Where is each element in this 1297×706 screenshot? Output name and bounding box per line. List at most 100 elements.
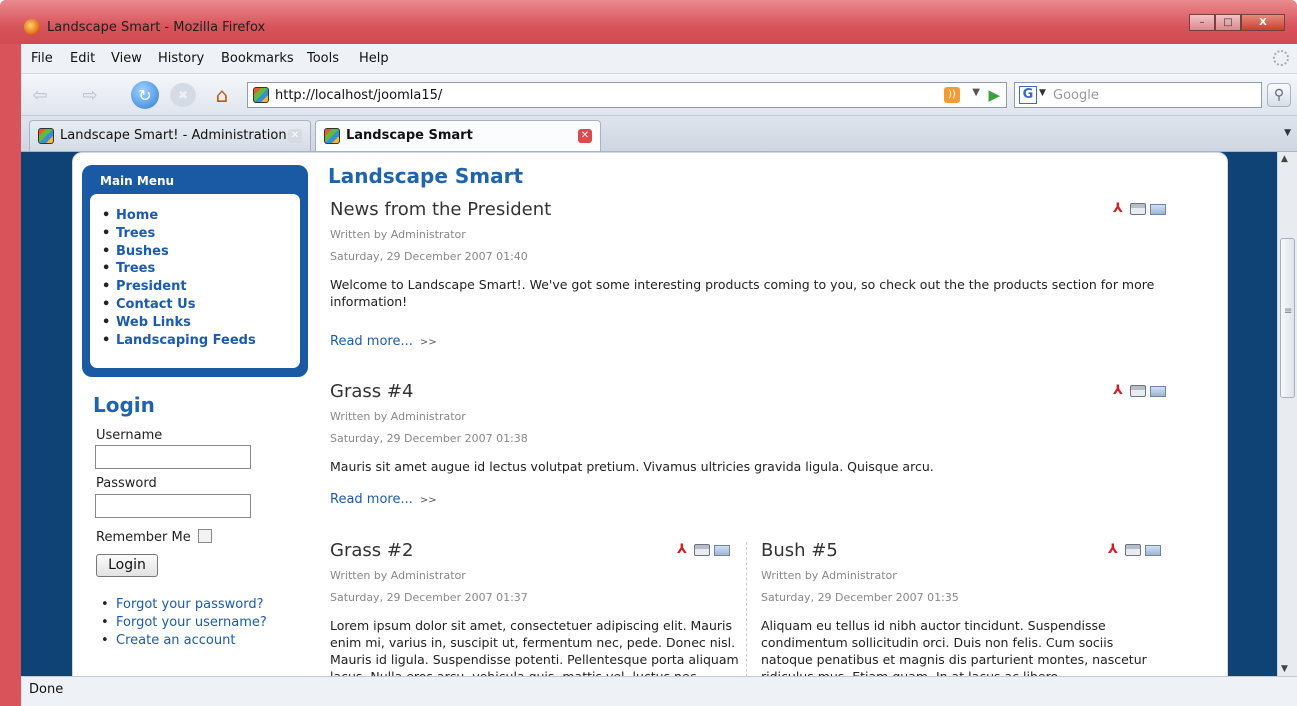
tab-favicon-icon	[324, 128, 340, 144]
search-button[interactable]: ⚲	[1267, 83, 1291, 107]
search-engine-dropdown-icon[interactable]: ▼	[1039, 88, 1046, 98]
column-divider	[746, 542, 747, 676]
article-date: Saturday, 29 December 2007 01:38	[330, 432, 528, 445]
password-label: Password	[96, 476, 157, 491]
menu-item-contact-us[interactable]: Contact Us	[102, 296, 256, 314]
print-icon[interactable]	[1125, 544, 1141, 556]
vertical-scrollbar[interactable]: ▲ ▼	[1277, 152, 1297, 676]
stop-button[interactable]: ✖	[170, 83, 196, 107]
read-more-link[interactable]: Read more... >>	[330, 492, 437, 507]
article-icons: ⅄	[1105, 543, 1161, 557]
read-more-label[interactable]: Read more...	[330, 334, 413, 349]
password-field[interactable]	[95, 494, 251, 518]
print-icon[interactable]	[1130, 385, 1146, 397]
pdf-icon[interactable]: ⅄	[1110, 202, 1126, 216]
print-icon[interactable]	[694, 544, 710, 556]
pdf-icon[interactable]: ⅄	[674, 543, 690, 557]
forward-button[interactable]: ⇨	[77, 83, 103, 107]
main-menu-box: Main Menu Home Trees Bushes Trees Presid…	[82, 165, 308, 377]
read-more-label[interactable]: Read more...	[330, 492, 413, 507]
login-button[interactable]: Login	[96, 554, 158, 577]
tab-bar: Landscape Smart! - Administration ✕ Land…	[21, 116, 1297, 152]
username-field[interactable]	[95, 445, 251, 469]
email-icon[interactable]	[1150, 204, 1166, 215]
menu-bar: File Edit View History Bookmarks Tools H…	[21, 44, 1297, 74]
tab-close-icon[interactable]: ✕	[578, 129, 592, 143]
menu-item-landscaping-feeds[interactable]: Landscaping Feeds	[102, 332, 256, 350]
menu-tools[interactable]: Tools	[307, 51, 339, 66]
article-date: Saturday, 29 December 2007 01:40	[330, 250, 528, 263]
menu-history[interactable]: History	[158, 51, 204, 66]
article-title: News from the President	[330, 199, 552, 220]
close-window-button[interactable]: X	[1241, 14, 1285, 31]
menu-item-home[interactable]: Home	[102, 207, 256, 225]
menu-bookmarks[interactable]: Bookmarks	[221, 51, 294, 66]
pdf-icon[interactable]: ⅄	[1110, 384, 1126, 398]
main-menu-title: Main Menu	[100, 174, 175, 188]
home-button[interactable]: ⌂	[209, 83, 235, 107]
pdf-icon[interactable]: ⅄	[1105, 543, 1121, 557]
forgot-password-link[interactable]: Forgot your password?	[101, 596, 267, 614]
tab-label: Landscape Smart	[346, 128, 473, 143]
reload-button[interactable]: ↻	[131, 81, 159, 109]
scroll-thumb[interactable]	[1280, 238, 1295, 398]
search-input[interactable]: Google	[1053, 88, 1099, 103]
forgot-username-link[interactable]: Forgot your username?	[101, 614, 267, 632]
search-bar[interactable]: G ▼ Google	[1014, 82, 1262, 108]
remember-me-checkbox[interactable]	[198, 529, 212, 543]
article-text: Mauris sit amet augue id lectus volutpat…	[330, 459, 934, 474]
navigation-toolbar: ⇦ ⇨ ↻ ✖ ⌂ http://localhost/joomla15/ )) …	[21, 74, 1297, 116]
read-more-arrows: >>	[419, 495, 437, 506]
article-author: Written by Administrator	[330, 569, 466, 582]
article-title: Bush #5	[761, 540, 838, 561]
go-button[interactable]: ▶	[988, 86, 1000, 104]
menu-item-bushes[interactable]: Bushes	[102, 243, 256, 261]
tab-label: Landscape Smart! - Administration	[60, 128, 287, 143]
url-bar[interactable]: http://localhost/joomla15/ )) ▼ ▶	[247, 82, 1007, 108]
url-text[interactable]: http://localhost/joomla15/	[275, 88, 442, 103]
read-more-link[interactable]: Read more... >>	[330, 334, 437, 349]
article-author: Written by Administrator	[330, 410, 466, 423]
email-icon[interactable]	[1150, 386, 1166, 397]
login-title: Login	[93, 393, 155, 417]
tab-list-dropdown-icon[interactable]: ▼	[1284, 128, 1291, 138]
tab-close-icon[interactable]: ✕	[288, 129, 302, 143]
page-viewport: Main Menu Home Trees Bushes Trees Presid…	[21, 152, 1277, 676]
article-author: Written by Administrator	[761, 569, 897, 582]
back-button[interactable]: ⇦	[27, 83, 53, 107]
minimize-button[interactable]: –	[1189, 14, 1215, 31]
article-date: Saturday, 29 December 2007 01:35	[761, 591, 959, 604]
scroll-up-icon[interactable]: ▲	[1281, 154, 1288, 164]
menu-help[interactable]: Help	[359, 51, 389, 66]
menu-file[interactable]: File	[31, 51, 53, 66]
main-menu-list: Home Trees Bushes Trees President Contac…	[102, 207, 256, 349]
tab-landscape-smart[interactable]: Landscape Smart ✕	[315, 120, 601, 151]
article-date: Saturday, 29 December 2007 01:37	[330, 591, 528, 604]
create-account-link[interactable]: Create an account	[101, 632, 267, 650]
menu-edit[interactable]: Edit	[70, 51, 95, 66]
article-title: Grass #4	[330, 381, 414, 402]
window-title: Landscape Smart - Mozilla Firefox	[47, 20, 266, 35]
email-icon[interactable]	[1145, 545, 1161, 556]
email-icon[interactable]	[714, 545, 730, 556]
title-bar[interactable]: Landscape Smart - Mozilla Firefox – □ X	[0, 0, 1297, 44]
login-links: Forgot your password? Forgot your userna…	[101, 596, 267, 649]
article-author: Written by Administrator	[330, 228, 466, 241]
article-icons: ⅄	[1110, 384, 1166, 398]
menu-item-web-links[interactable]: Web Links	[102, 314, 256, 332]
search-engine-google-icon[interactable]: G	[1019, 86, 1037, 104]
url-history-dropdown-icon[interactable]: ▼	[972, 87, 980, 98]
menu-item-president[interactable]: President	[102, 278, 256, 296]
article-icons: ⅄	[674, 543, 730, 557]
tab-favicon-icon	[38, 128, 54, 144]
menu-item-trees[interactable]: Trees	[102, 225, 256, 243]
article-icons: ⅄	[1110, 202, 1166, 216]
print-icon[interactable]	[1130, 203, 1146, 215]
tab-administration[interactable]: Landscape Smart! - Administration ✕	[29, 120, 311, 151]
scroll-down-icon[interactable]: ▼	[1281, 664, 1288, 674]
menu-item-trees-2[interactable]: Trees	[102, 260, 256, 278]
site-favicon-icon	[253, 87, 269, 103]
menu-view[interactable]: View	[111, 51, 142, 66]
maximize-button[interactable]: □	[1215, 14, 1241, 31]
rss-feed-icon[interactable]: ))	[944, 87, 960, 103]
